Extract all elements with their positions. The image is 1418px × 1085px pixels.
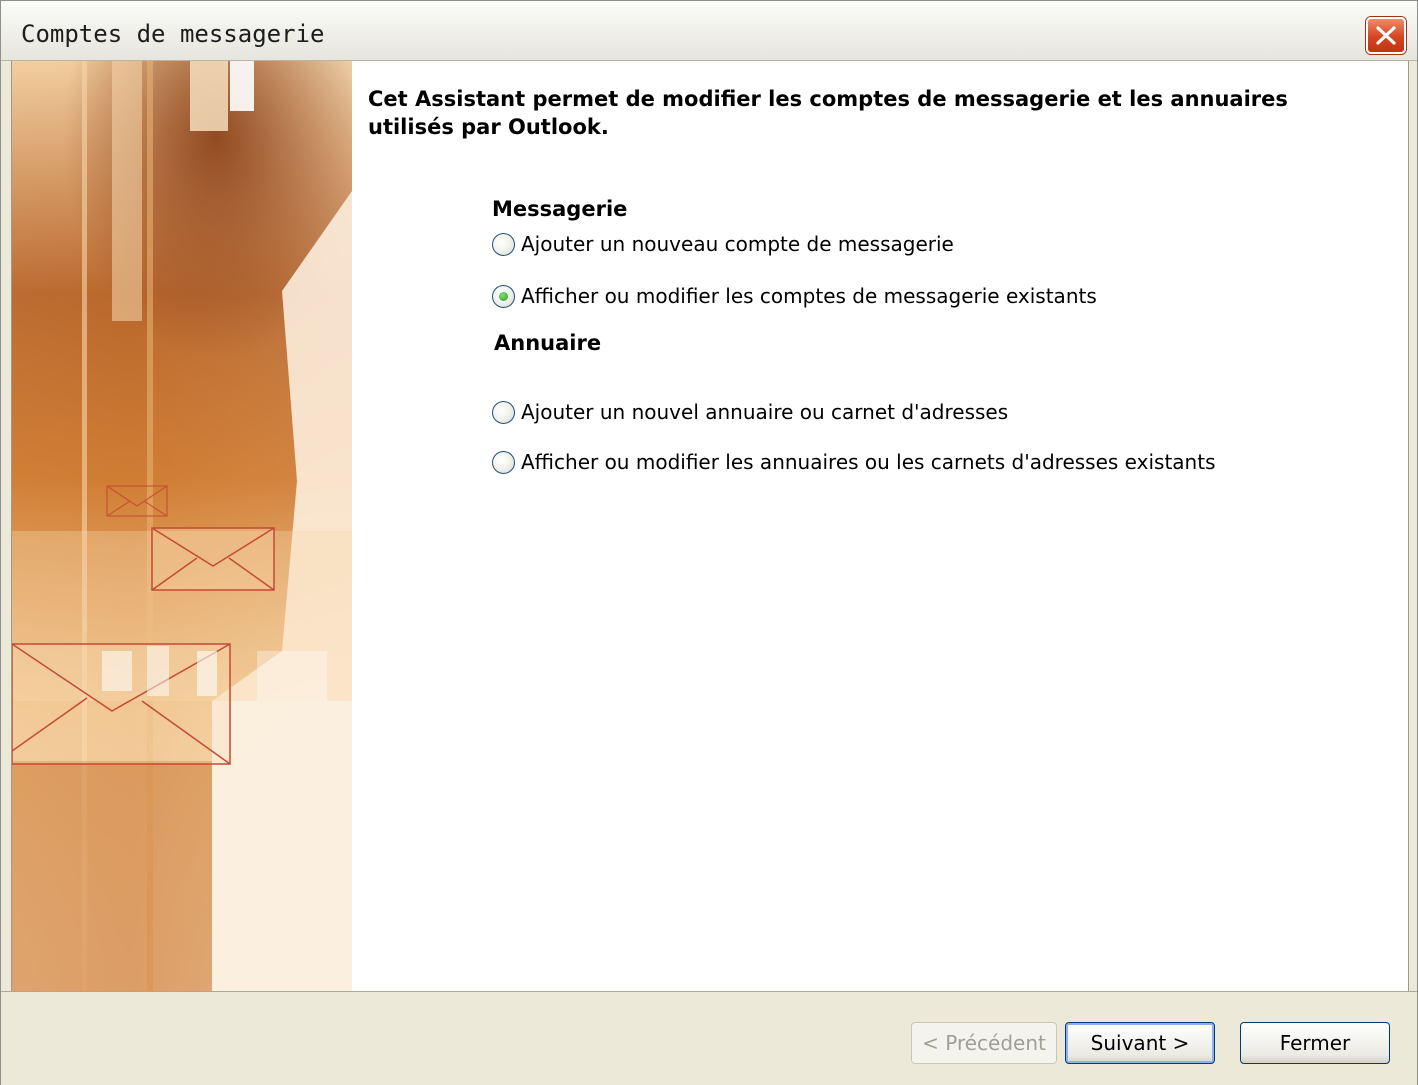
- radio-label: Ajouter un nouvel annuaire ou carnet d'a…: [521, 400, 1009, 424]
- radio-button[interactable]: [492, 450, 515, 474]
- radio-label: Afficher ou modifier les annuaires ou le…: [521, 450, 1216, 474]
- radio-button[interactable]: [492, 232, 515, 256]
- wizard-window: Comptes de messagerie Cet Assistant perm…: [0, 0, 1418, 1085]
- next-button[interactable]: Suivant >: [1065, 1022, 1215, 1064]
- radio-add-email-account[interactable]: Ajouter un nouveau compte de messagerie: [492, 229, 954, 259]
- radio-view-directories[interactable]: Afficher ou modifier les annuaires ou le…: [492, 447, 1215, 477]
- wizard-content: Cet Assistant permet de modifier les com…: [11, 61, 1409, 991]
- previous-button[interactable]: < Précédent: [911, 1022, 1057, 1064]
- close-icon: [1376, 26, 1396, 45]
- radio-view-email-accounts[interactable]: Afficher ou modifier les comptes de mess…: [492, 281, 1097, 311]
- radio-button-selected[interactable]: [492, 284, 515, 308]
- messagerie-heading: Messagerie: [492, 197, 628, 221]
- button-bar: < Précédent Suivant > Fermer: [1, 991, 1417, 1085]
- radio-add-directory[interactable]: Ajouter un nouvel annuaire ou carnet d'a…: [492, 397, 1008, 427]
- close-window-button[interactable]: [1366, 17, 1406, 54]
- close-button[interactable]: Fermer: [1240, 1022, 1390, 1064]
- window-title: Comptes de messagerie: [21, 20, 325, 48]
- intro-text: Cet Assistant permet de modifier les com…: [368, 87, 1288, 139]
- side-illustration: [12, 61, 352, 991]
- radio-label: Afficher ou modifier les comptes de mess…: [521, 284, 1097, 308]
- title-bar[interactable]: Comptes de messagerie: [1, 1, 1417, 61]
- annuaire-heading: Annuaire: [494, 331, 602, 355]
- radio-button[interactable]: [492, 400, 515, 424]
- radio-label: Ajouter un nouveau compte de messagerie: [521, 232, 954, 256]
